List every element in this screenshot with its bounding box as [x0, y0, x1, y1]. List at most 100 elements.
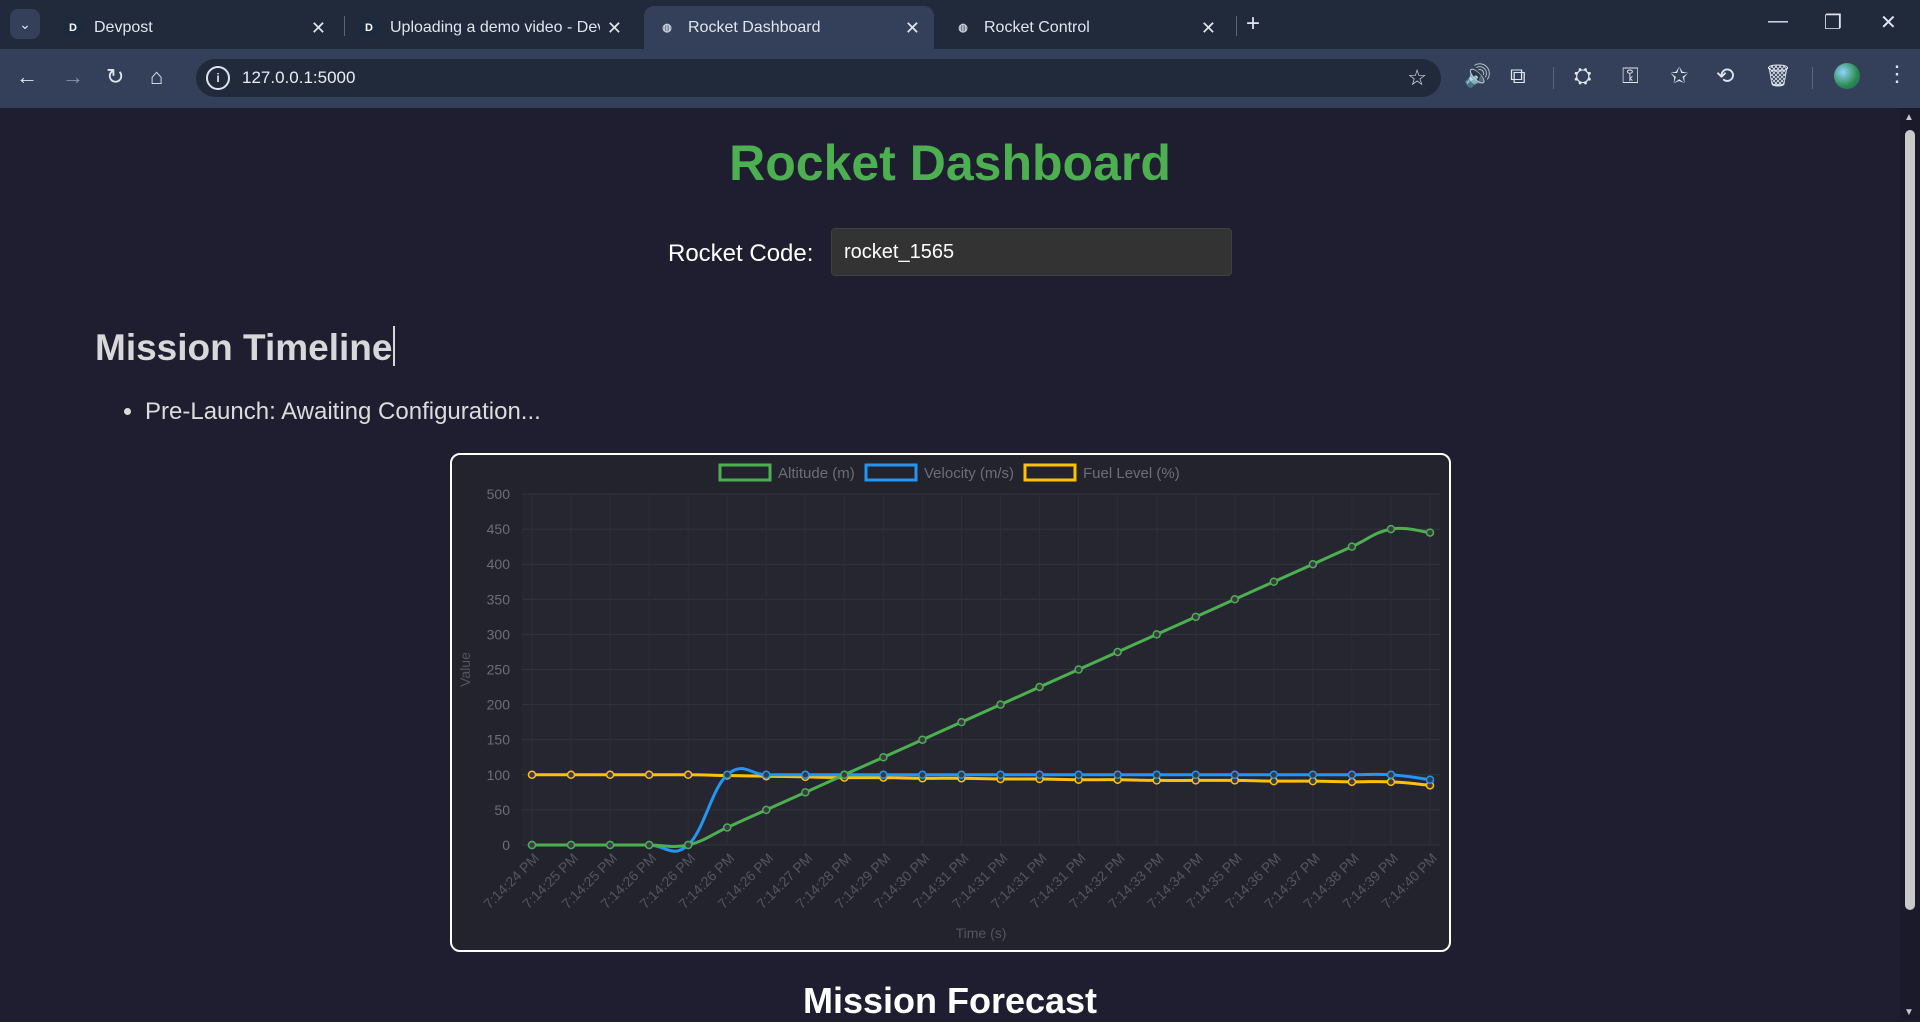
tab-rocket-dashboard[interactable]: ◍ Rocket Dashboard ✕: [644, 6, 934, 49]
timeline-item: Pre-Launch: Awaiting Configuration...: [145, 398, 541, 426]
legend-label-fuel-level: Fuel Level (%): [1083, 465, 1180, 482]
tab-separator: [344, 16, 345, 36]
data-point-altitude-m: [801, 788, 810, 797]
data-point-fuel-level: [566, 770, 576, 780]
data-point-altitude-m: [644, 840, 654, 850]
scroll-up-arrow-icon[interactable]: ▲: [1904, 112, 1914, 123]
data-point-fuel-level: [644, 770, 654, 780]
speaker-icon[interactable]: 🔊: [1464, 63, 1491, 89]
globe-icon: ◍: [662, 22, 672, 34]
data-point-altitude-m: [1308, 559, 1318, 569]
y-tick-label: 500: [487, 486, 511, 502]
data-point-velocity-m-s: [1152, 770, 1161, 780]
data-point-altitude-m: [1230, 595, 1240, 604]
rocket-code-label: Rocket Code:: [668, 240, 814, 267]
data-point-velocity-m-s: [1308, 770, 1318, 780]
scrollbar-thumb[interactable]: [1905, 130, 1915, 910]
y-tick-label: 450: [487, 521, 511, 537]
data-point-velocity-m-s: [1191, 770, 1200, 780]
tab-search-button[interactable]: ⌄: [10, 9, 40, 39]
favorites-star-icon[interactable]: ✩: [1670, 63, 1688, 89]
data-point-altitude-m: [840, 770, 849, 780]
data-point-fuel-level: [1386, 777, 1396, 787]
data-point-fuel-level: [1347, 777, 1357, 787]
reload-icon[interactable]: ↻: [106, 64, 124, 90]
data-point-altitude-m: [605, 840, 615, 850]
tab-strip: ⌄ D Devpost ✕ D Uploading a demo video -…: [0, 0, 1920, 49]
toolbar-separator: [1812, 67, 1813, 89]
data-point-altitude-m: [762, 805, 771, 815]
extensions-puzzle-icon[interactable]: ⧉: [1510, 63, 1526, 89]
profile-avatar[interactable]: [1834, 63, 1860, 89]
close-icon[interactable]: ✕: [607, 18, 622, 39]
data-point-altitude-m: [527, 840, 537, 850]
history-icon[interactable]: ⟲: [1716, 63, 1734, 89]
scroll-down-arrow-icon[interactable]: ▼: [1904, 1007, 1914, 1018]
data-point-altitude-m: [1113, 647, 1122, 657]
menu-dots-icon[interactable]: ⋮: [1886, 61, 1908, 87]
data-point-altitude-m: [566, 840, 576, 850]
data-point-altitude-m: [996, 700, 1005, 709]
page-title: Rocket Dashboard: [729, 135, 1171, 191]
data-point-altitude-m: [1347, 542, 1357, 551]
close-icon[interactable]: ✕: [311, 18, 326, 39]
data-point-altitude-m: [1425, 528, 1435, 537]
page-scrollbar[interactable]: ▲ ▼: [1900, 108, 1920, 1020]
restore-icon[interactable]: ❐: [1824, 10, 1842, 35]
data-point-velocity-m-s: [996, 770, 1005, 780]
new-tab-plus-icon[interactable]: +: [1246, 10, 1260, 38]
mission-timeline-heading-text: Mission Timeline: [95, 327, 393, 368]
globe-icon: ◍: [958, 22, 968, 34]
back-arrow-icon[interactable]: ←: [16, 64, 38, 90]
data-point-velocity-m-s: [762, 770, 771, 780]
data-point-velocity-m-s: [957, 770, 966, 780]
legend-swatch-fuel-level: [1023, 463, 1077, 482]
data-point-velocity-m-s: [879, 770, 888, 780]
data-point-altitude-m: [1152, 630, 1161, 639]
chevron-down-icon: ⌄: [19, 15, 31, 32]
legend-swatch-altitude-m: [718, 463, 772, 482]
y-tick-label: 400: [487, 556, 511, 572]
mission-forecast-heading: Mission Forecast: [802, 980, 1098, 1021]
y-tick-label: 200: [487, 697, 511, 713]
data-point-velocity-m-s: [1425, 775, 1435, 784]
page-content: Rocket Dashboard Rocket Code: Mission Ti…: [0, 108, 1900, 1021]
devpost-favicon-icon: D: [64, 18, 82, 37]
bookmark-star-icon[interactable]: ☆: [1407, 65, 1427, 91]
y-axis-title: Value: [457, 652, 473, 687]
window-close-icon[interactable]: ✕: [1880, 10, 1897, 35]
trash-icon[interactable]: 🗑: [1764, 63, 1792, 89]
y-tick-label: 300: [487, 626, 511, 642]
close-icon[interactable]: ✕: [905, 18, 920, 39]
home-icon[interactable]: ⌂: [150, 64, 163, 90]
y-tick-label: 50: [494, 802, 510, 818]
data-point-velocity-m-s: [1269, 770, 1279, 780]
rocket-code-input[interactable]: [831, 228, 1232, 276]
tab-title: Rocket Dashboard: [688, 18, 821, 36]
data-point-altitude-m: [1035, 682, 1044, 692]
close-icon[interactable]: ✕: [1201, 18, 1216, 39]
data-point-altitude-m: [879, 753, 888, 762]
telemetry-chart: 0 50 100 150 200 250 300 350 400 450 500 7:14:24 PM…: [450, 453, 1451, 952]
address-bar[interactable]: i 127.0.0.1:5000 ☆: [196, 59, 1441, 97]
y-tick-label: 250: [487, 662, 511, 678]
x-axis-title: Time (s): [956, 925, 1007, 941]
site-info-icon[interactable]: i: [206, 66, 230, 90]
incognito-icon[interactable]: ⛭: [1574, 63, 1592, 89]
data-point-velocity-m-s: [1113, 770, 1122, 780]
tab-devpost[interactable]: D Devpost ✕: [50, 6, 340, 49]
legend-label-velocity-m-s: Velocity (m/s): [924, 465, 1014, 482]
minimize-icon[interactable]: —: [1768, 10, 1788, 33]
data-point-velocity-m-s: [1230, 770, 1240, 780]
data-point-altitude-m: [683, 840, 693, 850]
forward-arrow-icon[interactable]: →: [62, 64, 84, 90]
y-tick-label: 150: [487, 732, 511, 748]
tab-rocket-control[interactable]: ◍ Rocket Control ✕: [940, 6, 1230, 49]
url-text[interactable]: 127.0.0.1:5000: [242, 68, 355, 88]
data-point-altitude-m: [722, 823, 732, 832]
y-tick-label: 100: [487, 767, 511, 783]
password-key-icon[interactable]: ⚿: [1622, 63, 1639, 89]
tab-uploading-demo-video[interactable]: D Uploading a demo video - Devpost ✕: [346, 6, 636, 49]
timeline-list: Pre-Launch: Awaiting Configuration...: [122, 398, 541, 426]
data-point-altitude-m: [1269, 577, 1279, 586]
